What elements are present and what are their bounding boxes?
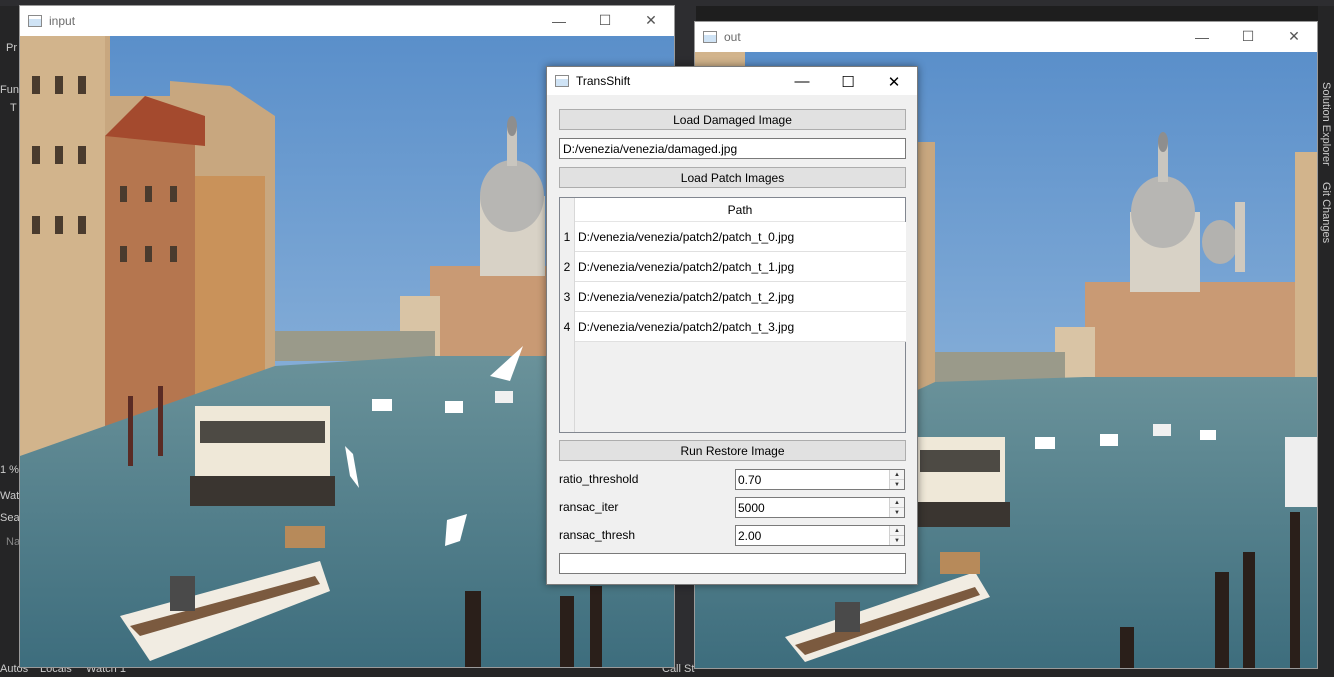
ide-right-panel: Solution Explorer Git Changes bbox=[1318, 6, 1334, 677]
ide-fragment: Fun bbox=[0, 84, 19, 96]
close-button[interactable]: ✕ bbox=[628, 6, 674, 35]
spin-down-icon[interactable]: ▼ bbox=[890, 535, 904, 545]
spin-up-icon[interactable]: ▲ bbox=[890, 526, 904, 535]
out-window-title: out bbox=[724, 29, 741, 44]
minimize-button[interactable]: — bbox=[536, 6, 582, 35]
path-cell[interactable]: D:/venezia/venezia/patch2/patch_t_0.jpg bbox=[575, 222, 906, 252]
ide-left-panel: Pr Fun T 1 % Wat Sear Na bbox=[0, 6, 23, 677]
ransac-iter-value[interactable]: 5000 bbox=[736, 501, 889, 515]
ransac-thresh-spinbox[interactable]: 2.00 ▲ ▼ bbox=[735, 525, 905, 546]
close-button[interactable]: ✕ bbox=[1271, 22, 1317, 51]
ransac-thresh-label: ransac_thresh bbox=[559, 528, 636, 542]
minimize-button[interactable]: — bbox=[779, 67, 825, 96]
input-window-title: input bbox=[49, 13, 76, 28]
patch-table[interactable]: Path 1 D:/venezia/venezia/patch2/patch_t… bbox=[559, 197, 906, 433]
ratio-threshold-value[interactable]: 0.70 bbox=[736, 473, 889, 487]
path-cell[interactable]: D:/venezia/venezia/patch2/patch_t_1.jpg bbox=[575, 252, 906, 282]
table-row[interactable]: 1 D:/venezia/venezia/patch2/patch_t_0.jp… bbox=[560, 222, 906, 252]
spin-down-icon[interactable]: ▼ bbox=[890, 507, 904, 517]
table-row[interactable]: 3 D:/venezia/venezia/patch2/patch_t_2.jp… bbox=[560, 282, 906, 312]
window-app-icon bbox=[28, 14, 42, 27]
maximize-button[interactable]: ☐ bbox=[1225, 22, 1271, 51]
ide-fragment: Pr bbox=[6, 42, 17, 54]
maximize-button[interactable]: ☐ bbox=[825, 67, 871, 96]
ransac-thresh-value[interactable]: 2.00 bbox=[736, 529, 889, 543]
status-field[interactable] bbox=[559, 553, 906, 574]
row-number: 1 bbox=[560, 222, 575, 252]
git-changes-tab[interactable]: Git Changes bbox=[1320, 182, 1332, 243]
ide-fragment: T bbox=[10, 102, 17, 114]
load-patch-images-button[interactable]: Load Patch Images bbox=[559, 167, 906, 188]
spin-up-icon[interactable]: ▲ bbox=[890, 498, 904, 507]
close-button[interactable]: ✕ bbox=[871, 67, 917, 96]
ide-fragment: Wat bbox=[0, 490, 20, 502]
out-title-bar[interactable]: out — ☐ ✕ bbox=[695, 22, 1317, 51]
maximize-button[interactable]: ☐ bbox=[582, 6, 628, 35]
load-damaged-image-button[interactable]: Load Damaged Image bbox=[559, 109, 906, 130]
path-cell[interactable]: D:/venezia/venezia/patch2/patch_t_2.jpg bbox=[575, 282, 906, 312]
spin-up-icon[interactable]: ▲ bbox=[890, 470, 904, 479]
ransac-iter-spinbox[interactable]: 5000 ▲ ▼ bbox=[735, 497, 905, 518]
spin-down-icon[interactable]: ▼ bbox=[890, 479, 904, 489]
table-row[interactable]: 4 D:/venezia/venezia/patch2/patch_t_3.jp… bbox=[560, 312, 906, 342]
dialog-title: TransShift bbox=[576, 74, 631, 88]
ratio-threshold-spinbox[interactable]: 0.70 ▲ ▼ bbox=[735, 469, 905, 490]
table-row[interactable]: 2 D:/venezia/venezia/patch2/patch_t_1.jp… bbox=[560, 252, 906, 282]
transshift-dialog: TransShift — ☐ ✕ Load Damaged Image D:/v… bbox=[546, 66, 918, 585]
ransac-iter-label: ransac_iter bbox=[559, 500, 619, 514]
row-number: 4 bbox=[560, 312, 575, 342]
ide-fragment: Na bbox=[6, 536, 21, 548]
ratio-threshold-label: ratio_threshold bbox=[559, 472, 639, 486]
dialog-title-bar[interactable]: TransShift — ☐ ✕ bbox=[547, 67, 917, 95]
minimize-button[interactable]: — bbox=[1179, 22, 1225, 51]
ide-fragment: 1 % bbox=[0, 464, 19, 476]
path-column-header[interactable]: Path bbox=[575, 198, 905, 222]
row-number: 2 bbox=[560, 252, 575, 282]
window-app-icon bbox=[703, 30, 717, 43]
run-restore-image-button[interactable]: Run Restore Image bbox=[559, 440, 906, 461]
solution-explorer-tab[interactable]: Solution Explorer bbox=[1320, 82, 1332, 166]
row-number: 3 bbox=[560, 282, 575, 312]
window-app-icon bbox=[555, 75, 569, 87]
path-cell[interactable]: D:/venezia/venezia/patch2/patch_t_3.jpg bbox=[575, 312, 906, 342]
input-title-bar[interactable]: input — ☐ ✕ bbox=[20, 6, 674, 35]
damaged-path-field[interactable]: D:/venezia/venezia/damaged.jpg bbox=[559, 138, 906, 159]
